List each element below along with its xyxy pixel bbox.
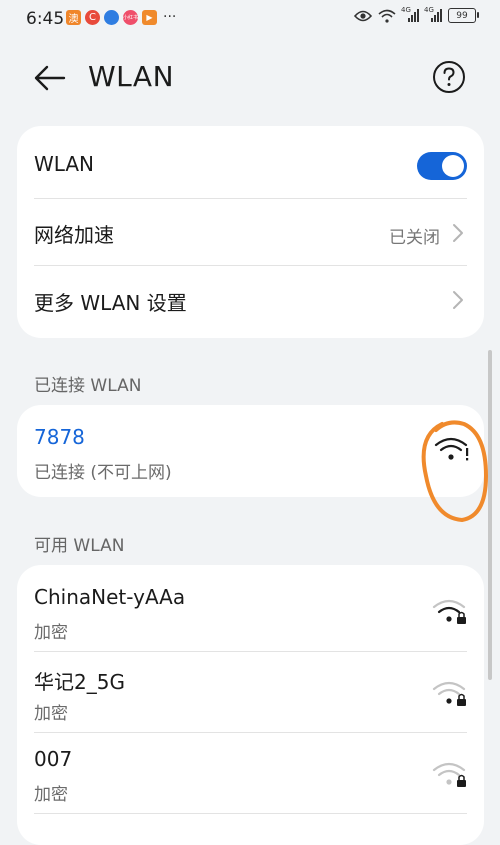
- scrollbar[interactable]: [488, 350, 492, 680]
- network-item[interactable]: ChinaNet-yAAa 加密: [17, 565, 484, 651]
- connected-network-name: 7878: [34, 425, 85, 449]
- system-icons: 4G 4G 99: [354, 6, 479, 23]
- app-icon-orange: 澳: [66, 10, 81, 25]
- battery-icon: 99: [448, 8, 479, 23]
- wifi-no-internet-icon: [434, 437, 469, 461]
- wifi-locked-icon: [432, 681, 466, 706]
- network-name: ChinaNet-yAAa: [34, 585, 186, 609]
- chevron-right-icon: [453, 224, 463, 242]
- available-section-title: 可用 WLAN: [34, 536, 125, 556]
- network-name: 华记2_5G: [34, 670, 125, 694]
- network-type-label: 4G: [424, 6, 434, 14]
- network-item[interactable]: 007 加密: [17, 733, 484, 813]
- more-wlan-settings-label: 更多 WLAN 设置: [34, 291, 187, 315]
- signal-icon-2: 4G: [424, 6, 442, 22]
- eye-icon: [354, 10, 372, 21]
- connected-network-item[interactable]: 7878 已连接 (不可上网): [17, 405, 484, 497]
- wifi-locked-icon: [432, 599, 466, 624]
- network-type-label: 4G: [401, 6, 411, 14]
- network-security: 加密: [34, 785, 68, 805]
- available-networks-card: ChinaNet-yAAa 加密 华记2_5G 加密 007 加密: [17, 565, 484, 845]
- network-security: 加密: [34, 623, 68, 643]
- wlan-toggle-switch[interactable]: [417, 152, 467, 180]
- app-icon-pink: 小红书: [123, 10, 138, 25]
- help-button[interactable]: [432, 60, 466, 94]
- divider: [34, 813, 467, 814]
- back-button[interactable]: [32, 62, 68, 94]
- wlan-settings-card: WLAN 网络加速 已关闭 更多 WLAN 设置: [17, 126, 484, 338]
- network-accel-label: 网络加速: [34, 223, 114, 247]
- app-icon-red: C: [85, 10, 100, 25]
- network-accel-row[interactable]: 网络加速 已关闭: [17, 199, 484, 265]
- chevron-right-icon: [453, 291, 463, 309]
- connected-network-status: 已连接 (不可上网): [34, 463, 172, 483]
- more-wlan-settings-row[interactable]: 更多 WLAN 设置: [17, 266, 484, 336]
- wlan-label: WLAN: [34, 152, 95, 176]
- wifi-status-icon: [378, 9, 396, 23]
- page-title: WLAN: [88, 60, 175, 93]
- network-security: 加密: [34, 704, 68, 724]
- more-notifications-icon: ···: [163, 9, 177, 25]
- app-bar: WLAN: [0, 50, 500, 106]
- network-accel-value: 已关闭: [389, 228, 440, 248]
- wifi-locked-icon: [432, 762, 466, 787]
- app-icon-blue: [104, 10, 119, 25]
- notification-icons: 澳 C 小红书 ▶ ···: [66, 10, 176, 25]
- signal-icon-1: 4G: [401, 6, 419, 22]
- wlan-toggle-row[interactable]: WLAN: [17, 126, 484, 198]
- connected-section-title: 已连接 WLAN: [34, 376, 142, 396]
- app-icon-video: ▶: [142, 10, 157, 25]
- help-icon: [433, 61, 465, 93]
- back-arrow-icon: [34, 65, 66, 91]
- status-bar: 6:45 澳 C 小红书 ▶ ··· 4G 4G 99: [0, 0, 500, 36]
- network-item[interactable]: 华记2_5G 加密: [17, 652, 484, 732]
- clock: 6:45: [26, 9, 65, 29]
- toggle-knob: [442, 155, 464, 177]
- network-name: 007: [34, 747, 73, 771]
